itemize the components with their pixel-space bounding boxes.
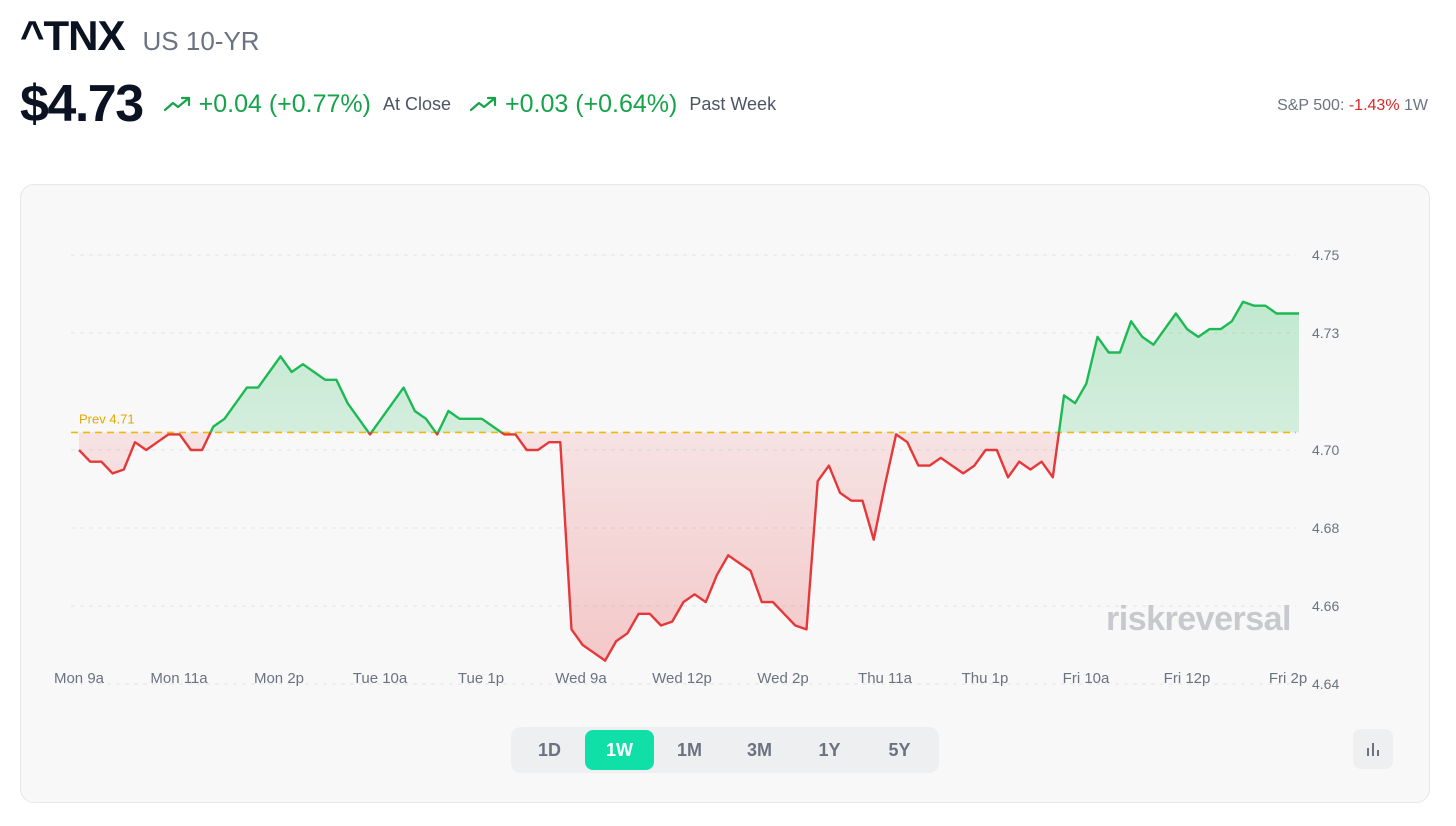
range-button-1d[interactable]: 1D <box>515 730 584 770</box>
y-tick-label: 4.70 <box>1312 442 1339 458</box>
current-price: $4.73 <box>20 75 144 133</box>
x-tick-label: Wed 2p <box>757 670 808 687</box>
x-tick-label: Mon 9a <box>54 670 105 687</box>
change-close-label: At Close <box>382 93 452 114</box>
sp500-label: S&P 500: <box>1277 97 1345 114</box>
x-tick-label: Wed 12p <box>652 670 712 687</box>
x-tick-label: Thu 1p <box>962 670 1009 687</box>
ticker-header: ^TNX US 10-YR <box>20 12 260 60</box>
x-tick-label: Tue 10a <box>353 670 408 687</box>
trending-up-icon <box>163 96 190 112</box>
change-past-week: +0.03 (+0.64%) Past Week <box>469 90 776 119</box>
sp500-comparison: S&P 500: -1.43% 1W <box>1277 97 1428 115</box>
bar-chart-icon <box>1367 743 1379 756</box>
sp500-period: 1W <box>1404 97 1428 114</box>
x-tick-label: Fri 2p <box>1269 670 1307 687</box>
y-tick-label: 4.64 <box>1312 676 1339 692</box>
range-button-1w[interactable]: 1W <box>585 730 654 770</box>
price-row: $4.73 +0.04 (+0.77%) At Close +0.03 (+0.… <box>20 74 776 134</box>
chart-type-button[interactable] <box>1353 729 1393 769</box>
chart-card: 4.75 4.73 4.70 4.68 4.66 4.64 Mon 9a Mon 11a Mon… <box>20 184 1430 803</box>
change-week-value: +0.03 (+0.64%) <box>505 89 678 118</box>
range-button-1y[interactable]: 1Y <box>795 730 864 770</box>
ticker-symbol: ^TNX <box>20 12 126 59</box>
range-button-1m[interactable]: 1M <box>655 730 724 770</box>
watermark-logo: riskreversal <box>1106 600 1291 638</box>
y-tick-label: 4.68 <box>1312 520 1339 536</box>
ticker-name: US 10-YR <box>142 26 260 56</box>
x-tick-label: Fri 10a <box>1063 670 1110 687</box>
x-tick-label: Mon 11a <box>150 670 208 687</box>
range-button-3m[interactable]: 3M <box>725 730 794 770</box>
x-tick-label: Tue 1p <box>458 670 504 687</box>
x-tick-label: Mon 2p <box>254 670 304 687</box>
price-chart: 4.75 4.73 4.70 4.68 4.66 4.64 Mon 9a Mon 11a Mon… <box>54 247 1339 692</box>
x-tick-label: Thu 11a <box>858 670 913 687</box>
x-tick-label: Wed 9a <box>555 670 607 687</box>
change-close-value: +0.04 (+0.77%) <box>198 89 371 118</box>
sp500-value: -1.43% <box>1348 97 1400 114</box>
x-tick-label: Fri 12p <box>1164 670 1211 687</box>
range-button-5y[interactable]: 5Y <box>865 730 934 770</box>
change-at-close: +0.04 (+0.77%) At Close <box>163 90 451 119</box>
y-tick-label: 4.73 <box>1312 325 1339 341</box>
change-week-label: Past Week <box>689 93 777 114</box>
y-tick-label: 4.75 <box>1312 247 1339 263</box>
range-selector: 1D 1W 1M 3M 1Y 5Y <box>511 727 939 773</box>
y-tick-label: 4.66 <box>1312 598 1339 614</box>
trending-up-icon <box>469 96 497 112</box>
prev-close-label: Prev 4.71 <box>79 411 135 426</box>
